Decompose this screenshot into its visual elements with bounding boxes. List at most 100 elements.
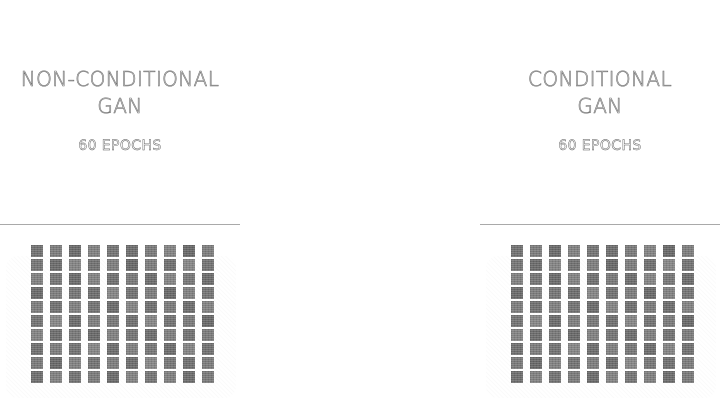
generated-sample (107, 287, 119, 299)
generated-sample (644, 301, 656, 313)
generated-sample (107, 343, 119, 355)
generated-sample (644, 273, 656, 285)
generated-sample (663, 329, 675, 341)
generated-sample (549, 287, 561, 299)
generated-sample (606, 315, 618, 327)
generated-sample (568, 343, 580, 355)
generated-sample (568, 259, 580, 271)
generated-sample (549, 315, 561, 327)
generated-sample (606, 287, 618, 299)
generated-sample (568, 287, 580, 299)
generated-sample (69, 245, 81, 257)
generated-sample (164, 287, 176, 299)
generated-sample (88, 315, 100, 327)
generated-sample (126, 245, 138, 257)
generated-sample (625, 315, 637, 327)
generated-sample (50, 315, 62, 327)
generated-sample (88, 357, 100, 369)
generated-sample (183, 301, 195, 313)
generated-sample (183, 245, 195, 257)
generated-sample (530, 329, 542, 341)
generated-sample (568, 273, 580, 285)
generated-sample (663, 357, 675, 369)
epochs-label: 60 EPOCHS (78, 138, 162, 154)
conditional-gan-panel: CONDITIONAL GAN 60 EPOCHS (480, 0, 720, 404)
generated-sample (31, 259, 43, 271)
non-conditional-gan-panel: NON-CONDITIONAL GAN 60 EPOCHS (0, 0, 240, 404)
generated-sample (530, 287, 542, 299)
generated-sample (69, 315, 81, 327)
generated-sample (530, 301, 542, 313)
generated-samples-grid (31, 245, 215, 385)
generated-sample (568, 371, 580, 383)
generated-sample (587, 357, 599, 369)
generated-sample (587, 371, 599, 383)
generated-sample (202, 301, 214, 313)
generated-sample (682, 371, 694, 383)
generated-sample (31, 287, 43, 299)
panel-title: NON-CONDITIONAL GAN (0, 66, 240, 120)
generated-sample (663, 259, 675, 271)
generated-sample (88, 329, 100, 341)
generated-sample (644, 287, 656, 299)
generated-sample (69, 301, 81, 313)
generated-sample (511, 371, 523, 383)
generated-sample (682, 357, 694, 369)
generated-sample (663, 371, 675, 383)
generated-sample (164, 329, 176, 341)
generated-samples-grid (511, 245, 695, 385)
generated-sample (183, 329, 195, 341)
generated-sample (107, 259, 119, 271)
generated-sample (606, 301, 618, 313)
generated-sample (549, 301, 561, 313)
generated-sample (202, 287, 214, 299)
generated-sample (145, 301, 157, 313)
generated-sample (511, 273, 523, 285)
generated-sample (126, 259, 138, 271)
generated-sample (69, 273, 81, 285)
generated-sample (164, 259, 176, 271)
generated-sample (530, 245, 542, 257)
generated-sample (202, 273, 214, 285)
generated-sample (606, 273, 618, 285)
generated-sample (107, 301, 119, 313)
generated-sample (202, 245, 214, 257)
generated-sample (202, 259, 214, 271)
generated-sample (69, 357, 81, 369)
generated-sample (164, 371, 176, 383)
generated-sample (511, 315, 523, 327)
generated-sample (202, 329, 214, 341)
generated-sample (606, 245, 618, 257)
generated-sample (606, 259, 618, 271)
generated-sample (145, 343, 157, 355)
generated-sample (587, 329, 599, 341)
generated-sample (50, 273, 62, 285)
generated-sample (202, 357, 214, 369)
generated-sample (682, 273, 694, 285)
generated-sample (183, 357, 195, 369)
generated-sample (625, 343, 637, 355)
generated-sample (50, 371, 62, 383)
title-line-2: GAN (577, 94, 623, 119)
generated-sample (164, 245, 176, 257)
generated-sample (568, 245, 580, 257)
generated-sample (145, 287, 157, 299)
generated-sample (682, 343, 694, 355)
generated-sample (69, 343, 81, 355)
generated-sample (50, 259, 62, 271)
generated-sample (88, 245, 100, 257)
generated-sample (549, 343, 561, 355)
generated-sample (530, 315, 542, 327)
generated-sample (50, 329, 62, 341)
generated-sample (606, 329, 618, 341)
generated-sample (511, 329, 523, 341)
generated-sample (145, 315, 157, 327)
generated-sample (107, 357, 119, 369)
generated-sample (606, 357, 618, 369)
generated-sample (530, 273, 542, 285)
generated-sample (568, 357, 580, 369)
generated-sample (682, 259, 694, 271)
generated-sample (625, 287, 637, 299)
generated-sample (183, 273, 195, 285)
generated-sample (625, 357, 637, 369)
